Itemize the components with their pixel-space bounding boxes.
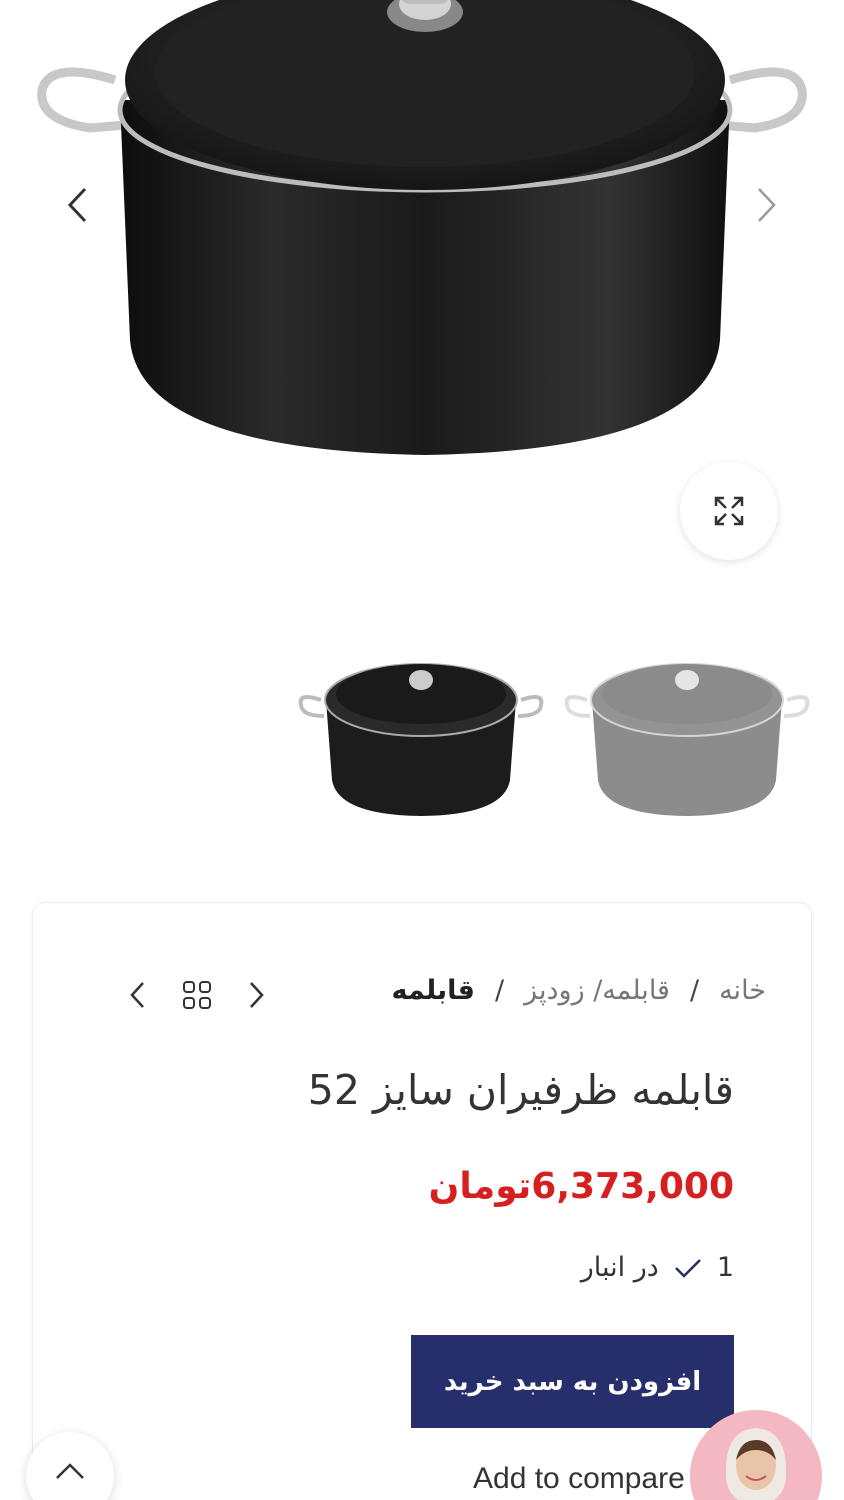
thumbnail-item[interactable] [562, 600, 812, 840]
chevron-left-icon [67, 187, 87, 223]
breadcrumb-home[interactable]: خانه [719, 975, 766, 1006]
add-to-compare-link[interactable]: Add to compare [473, 1462, 685, 1496]
product-gallery [0, 0, 844, 580]
zoom-button[interactable] [680, 462, 778, 560]
gallery-next-button[interactable] [742, 178, 792, 232]
check-icon [674, 1258, 701, 1278]
add-to-cart-button[interactable]: افزودن به سبد خرید [411, 1335, 734, 1428]
breadcrumb: خانه / قابلمه/ زودپز / قابلمه [392, 975, 766, 1006]
product-page: خانه / قابلمه/ زودپز / قابلمه قابلمه ظرف… [0, 0, 844, 1500]
thumbnail-item[interactable] [296, 600, 546, 840]
thumbnail-strip [0, 600, 844, 860]
chevron-right-icon [250, 982, 264, 1008]
grid-icon [183, 981, 211, 1009]
stock-status: 1 در انبار [581, 1252, 734, 1283]
next-product-button[interactable] [240, 975, 274, 1015]
breadcrumb-separator: / [494, 975, 505, 1006]
main-product-image[interactable] [30, 0, 820, 480]
chevron-up-icon [56, 1463, 84, 1479]
gallery-prev-button[interactable] [52, 178, 102, 232]
chevron-right-icon [758, 188, 776, 222]
product-title: قابلمه ظرفیران سایز 52 [307, 1066, 734, 1114]
previous-product-button[interactable] [120, 975, 154, 1015]
product-price: 6,373,000تومان [428, 1166, 734, 1207]
stock-count: 1 [716, 1252, 734, 1283]
back-to-products-button[interactable] [180, 975, 214, 1015]
expand-icon [714, 496, 744, 526]
breadcrumb-separator: / [689, 975, 700, 1006]
stock-label: در انبار [580, 1252, 659, 1283]
breadcrumb-category[interactable]: قابلمه/ زودپز [524, 975, 670, 1006]
chevron-left-icon [130, 982, 144, 1008]
breadcrumb-current[interactable]: قابلمه [392, 975, 475, 1006]
grey-pot-thumbnail [564, 663, 810, 816]
product-navigation [120, 975, 274, 1015]
black-pot-thumbnail [298, 663, 544, 816]
